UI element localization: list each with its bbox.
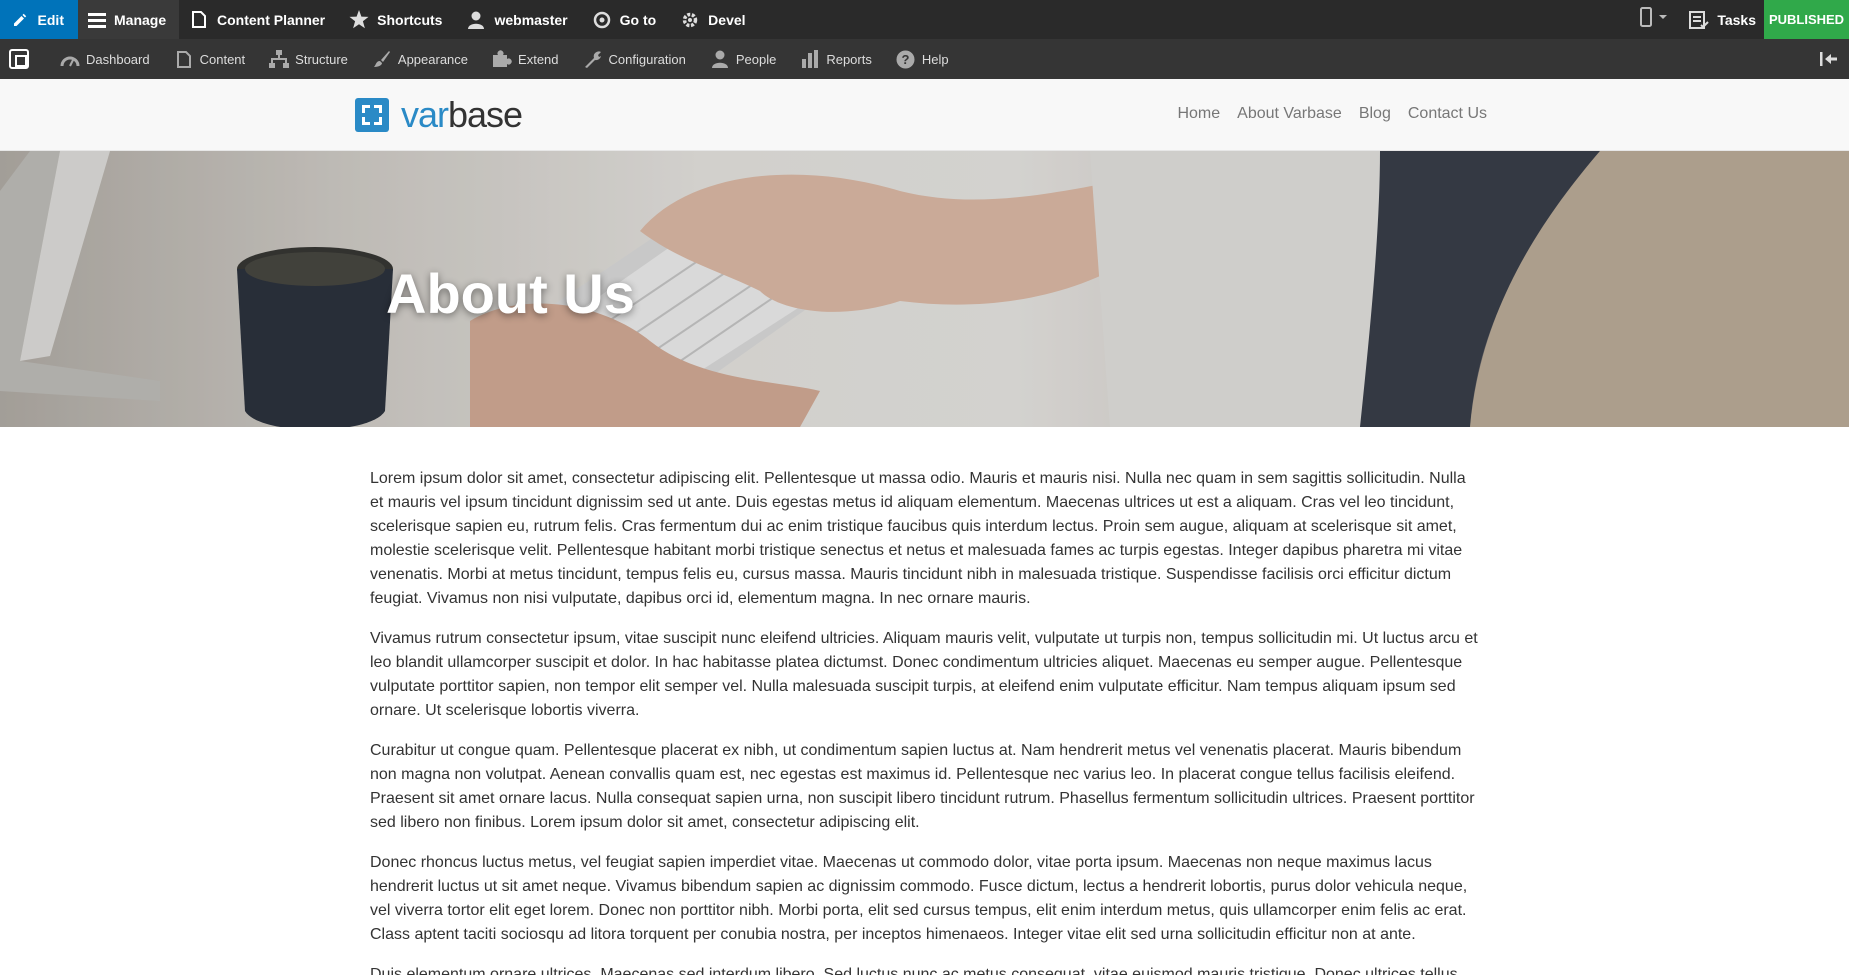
nav-link-home[interactable]: Home xyxy=(1177,105,1220,123)
edit-button[interactable]: Edit xyxy=(0,0,78,39)
svg-text:?: ? xyxy=(902,52,910,67)
tray-item-configuration[interactable]: Configuration xyxy=(583,49,686,69)
admin-tray: Dashboard Content Structure Appearance E… xyxy=(0,39,1849,79)
tasks-icon xyxy=(1689,10,1710,30)
admin-menu: Dashboard Content Structure Appearance E… xyxy=(60,49,973,69)
document-icon xyxy=(174,49,194,69)
shortcuts-label: Shortcuts xyxy=(377,11,443,28)
star-icon xyxy=(349,10,369,30)
tray-item-label: Appearance xyxy=(397,51,469,67)
page-title: About Us xyxy=(386,262,635,325)
sitemap-icon xyxy=(269,49,290,69)
tray-item-label: Configuration xyxy=(608,51,686,67)
hamburger-icon xyxy=(88,10,106,30)
hero-image xyxy=(0,151,1849,427)
tray-item-label: Help xyxy=(921,51,949,67)
content-planner-button[interactable]: Content Planner xyxy=(179,0,339,39)
brand-name: varbase xyxy=(401,94,523,135)
devel-label: Devel xyxy=(708,11,746,28)
body-paragraph: Donec rhoncus luctus metus, vel feugiat … xyxy=(370,854,1468,943)
user-label: webmaster xyxy=(494,11,568,28)
tray-item-label: Structure xyxy=(295,51,348,67)
tray-item-label: People xyxy=(735,51,777,67)
brush-icon xyxy=(372,49,392,69)
admin-toolbar: Edit Manage Content Planner Shortcuts we… xyxy=(0,0,1849,39)
frame-icon xyxy=(9,49,29,69)
tray-item-label: Extend xyxy=(518,51,559,67)
document-icon xyxy=(189,10,209,30)
mobile-device-icon xyxy=(1640,7,1670,32)
tray-item-dashboard[interactable]: Dashboard xyxy=(60,49,150,69)
pencil-icon xyxy=(10,10,30,30)
collapse-arrow-icon xyxy=(1820,52,1837,66)
edit-label: Edit xyxy=(37,11,64,28)
tray-item-people[interactable]: People xyxy=(710,49,776,69)
hero-banner: About Us xyxy=(0,151,1849,427)
publish-status-badge[interactable]: PUBLISHED xyxy=(1764,0,1849,39)
collapse-tray-button[interactable] xyxy=(1817,49,1839,69)
tray-item-structure[interactable]: Structure xyxy=(269,49,348,69)
tasks-label: Tasks xyxy=(1717,11,1756,28)
people-icon xyxy=(710,49,730,69)
dashboard-icon xyxy=(60,49,80,69)
tray-item-reports[interactable]: Reports xyxy=(800,49,872,69)
tray-item-appearance[interactable]: Appearance xyxy=(372,49,468,69)
body-paragraph: Duis elementum ornare ultrices. Maecenas… xyxy=(370,966,1458,975)
tasks-button[interactable]: Tasks xyxy=(1681,0,1764,39)
nav-link-blog[interactable]: Blog xyxy=(1359,105,1391,123)
devel-button[interactable]: Devel xyxy=(670,0,759,39)
tray-item-extend[interactable]: Extend xyxy=(492,49,559,69)
site-header: varbase Home About Varbase Blog Contact … xyxy=(0,79,1849,151)
bar-chart-icon xyxy=(800,49,820,69)
tray-toggle-button[interactable] xyxy=(0,39,38,79)
nav-link-contact-us[interactable]: Contact Us xyxy=(1408,105,1487,123)
puzzle-icon xyxy=(492,49,512,69)
gear-icon xyxy=(680,10,700,30)
body-paragraph: Curabitur ut congue quam. Pellentesque p… xyxy=(370,742,1475,831)
content-planner-label: Content Planner xyxy=(217,11,326,28)
manage-button[interactable]: Manage xyxy=(78,0,179,39)
shortcuts-button[interactable]: Shortcuts xyxy=(339,0,456,39)
device-preview-button[interactable] xyxy=(1629,0,1681,39)
wrench-icon xyxy=(583,49,603,69)
user-icon xyxy=(466,10,486,30)
tray-item-label: Dashboard xyxy=(86,51,150,67)
manage-label: Manage xyxy=(114,11,167,28)
page-body: Lorem ipsum dolor sit amet, consectetur … xyxy=(370,467,1480,975)
compass-icon xyxy=(592,10,612,30)
site-logo[interactable]: varbase xyxy=(355,94,523,135)
body-paragraph: Lorem ipsum dolor sit amet, consectetur … xyxy=(370,470,1466,607)
tray-item-help[interactable]: ? Help xyxy=(896,49,949,69)
main-navigation: Home About Varbase Blog Contact Us xyxy=(1160,105,1487,123)
body-paragraph: Vivamus rutrum consectetur ipsum, vitae … xyxy=(370,630,1478,719)
goto-label: Go to xyxy=(619,11,657,28)
tray-item-label: Content xyxy=(199,51,246,67)
help-icon: ? xyxy=(896,49,916,69)
tray-item-content[interactable]: Content xyxy=(174,49,246,69)
publish-status-label: PUBLISHED xyxy=(1768,12,1845,27)
user-menu-button[interactable]: webmaster xyxy=(456,0,581,39)
goto-button[interactable]: Go to xyxy=(582,0,671,39)
tray-item-label: Reports xyxy=(826,51,872,67)
varbase-logo-icon xyxy=(355,98,389,132)
nav-link-about-varbase[interactable]: About Varbase xyxy=(1237,105,1342,123)
